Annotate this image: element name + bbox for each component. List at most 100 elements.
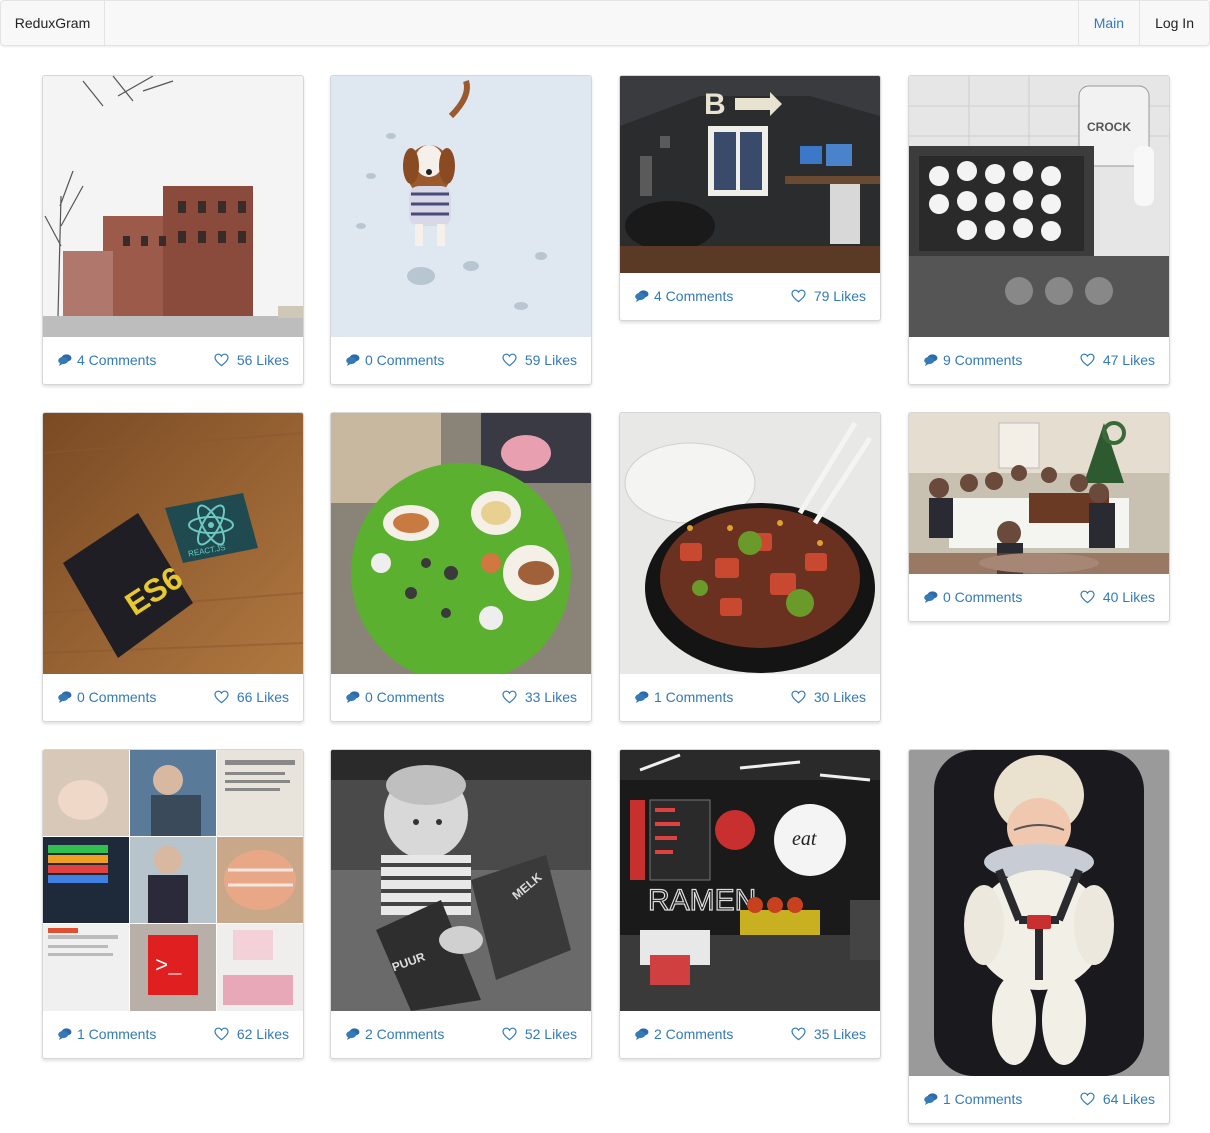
heart-icon (791, 289, 806, 303)
photo-card: 0 Comments 59 Likes (330, 75, 592, 385)
photo-thumbnail[interactable]: ES6 REACT.JS (43, 413, 303, 674)
comments-link[interactable]: 2 Comments (346, 1025, 444, 1043)
comments-icon (58, 353, 72, 367)
photo-thumbnail[interactable]: >_ (43, 750, 303, 1011)
comments-link[interactable]: 0 Comments (346, 351, 444, 369)
card-footer: 0 Comments 59 Likes (331, 336, 591, 384)
heart-icon (1080, 353, 1095, 367)
comments-icon (346, 353, 360, 367)
nav-main-link[interactable]: Main (1077, 1, 1139, 45)
likes-count: 35 Likes (813, 1026, 866, 1042)
card-footer: 0 Comments 33 Likes (331, 673, 591, 721)
likes-count: 62 Likes (236, 1026, 289, 1042)
comments-icon (346, 690, 360, 704)
comments-count: 4 Comments (77, 352, 157, 368)
photo-thumbnail[interactable]: PUUR MELK (331, 750, 591, 1011)
likes-count: 79 Likes (813, 288, 866, 304)
comments-count: 1 Comments (77, 1026, 157, 1042)
comments-icon (635, 289, 649, 303)
heart-icon (1080, 590, 1095, 604)
likes-link[interactable]: 64 Likes (1080, 1090, 1155, 1108)
likes-link[interactable]: 35 Likes (791, 1025, 866, 1043)
card-footer: 2 Comments 52 Likes (331, 1010, 591, 1058)
heart-icon (791, 1027, 806, 1041)
likes-link[interactable]: 33 Likes (502, 688, 577, 706)
photo-card: >_ 1 Comments 62 Likes (42, 749, 304, 1059)
card-footer: 1 Comments 62 Likes (43, 1010, 303, 1058)
photo-card: 4 Comments 56 Likes (42, 75, 304, 385)
likes-count: 47 Likes (1102, 352, 1155, 368)
photo-thumbnail[interactable] (620, 413, 880, 674)
svg-text:B: B (704, 88, 726, 121)
heart-icon (791, 690, 806, 704)
comments-link[interactable]: 1 Comments (635, 688, 733, 706)
card-footer: 4 Comments 79 Likes (620, 272, 880, 320)
likes-link[interactable]: 40 Likes (1080, 588, 1155, 606)
photo-thumbnail[interactable]: RAMEN eat (620, 750, 880, 1011)
heart-icon (502, 353, 517, 367)
photo-card: PUUR MELK 2 Comments 52 Likes (330, 749, 592, 1059)
likes-link[interactable]: 47 Likes (1080, 351, 1155, 369)
likes-count: 52 Likes (524, 1026, 577, 1042)
photo-thumbnail[interactable] (909, 750, 1169, 1076)
photo-card: 0 Comments 40 Likes (908, 412, 1170, 622)
svg-text:CROCK: CROCK (1087, 120, 1131, 134)
likes-count: 33 Likes (524, 689, 577, 705)
photo-thumbnail[interactable] (331, 76, 591, 337)
comments-count: 1 Comments (943, 1091, 1023, 1107)
comments-link[interactable]: 9 Comments (924, 351, 1022, 369)
comments-link[interactable]: 1 Comments (58, 1025, 156, 1043)
photo-card: ES6 REACT.JS 0 Comments 66 Likes (42, 412, 304, 722)
card-footer: 0 Comments 40 Likes (909, 573, 1169, 621)
photo-card: 1 Comments 64 Likes (908, 749, 1170, 1124)
likes-count: 64 Likes (1102, 1091, 1155, 1107)
heart-icon (502, 690, 517, 704)
comments-count: 9 Comments (943, 352, 1023, 368)
photo-thumbnail[interactable] (909, 413, 1169, 574)
svg-text:eat: eat (792, 828, 817, 850)
heart-icon (214, 690, 229, 704)
card-footer: 1 Comments 30 Likes (620, 673, 880, 721)
comments-count: 0 Comments (365, 689, 445, 705)
heart-icon (1080, 1092, 1095, 1106)
comments-link[interactable]: 4 Comments (58, 351, 156, 369)
photo-thumbnail[interactable]: B (620, 76, 880, 273)
svg-text:>_: >_ (155, 954, 182, 979)
comments-link[interactable]: 0 Comments (58, 688, 156, 706)
likes-link[interactable]: 52 Likes (502, 1025, 577, 1043)
heart-icon (214, 353, 229, 367)
photo-card: 1 Comments 30 Likes (619, 412, 881, 722)
nav-login-link[interactable]: Log In (1139, 1, 1209, 45)
likes-link[interactable]: 66 Likes (214, 688, 289, 706)
comments-icon (58, 1027, 72, 1041)
comments-link[interactable]: 4 Comments (635, 287, 733, 305)
photo-thumbnail[interactable]: CROCK (909, 76, 1169, 337)
likes-count: 59 Likes (524, 352, 577, 368)
comments-link[interactable]: 2 Comments (635, 1025, 733, 1043)
comments-icon (924, 590, 938, 604)
comments-count: 0 Comments (943, 589, 1023, 605)
likes-link[interactable]: 30 Likes (791, 688, 866, 706)
comments-link[interactable]: 1 Comments (924, 1090, 1022, 1108)
likes-count: 56 Likes (236, 352, 289, 368)
card-footer: 0 Comments 66 Likes (43, 673, 303, 721)
photo-card: RAMEN eat 2 Comments 35 Likes (619, 749, 881, 1059)
comments-count: 2 Comments (365, 1026, 445, 1042)
heart-icon (502, 1027, 517, 1041)
comments-icon (346, 1027, 360, 1041)
photo-thumbnail[interactable] (331, 413, 591, 674)
heart-icon (214, 1027, 229, 1041)
brand-link[interactable]: ReduxGram (1, 1, 105, 45)
comments-link[interactable]: 0 Comments (346, 688, 444, 706)
photo-thumbnail[interactable] (43, 76, 303, 337)
likes-count: 66 Likes (236, 689, 289, 705)
photo-card: B 4 Comments 79 Likes (619, 75, 881, 321)
comments-icon (924, 1092, 938, 1106)
likes-link[interactable]: 56 Likes (214, 351, 289, 369)
comments-count: 0 Comments (77, 689, 157, 705)
likes-link[interactable]: 62 Likes (214, 1025, 289, 1043)
likes-link[interactable]: 79 Likes (791, 287, 866, 305)
comments-link[interactable]: 0 Comments (924, 588, 1022, 606)
comments-count: 1 Comments (654, 689, 734, 705)
likes-link[interactable]: 59 Likes (502, 351, 577, 369)
